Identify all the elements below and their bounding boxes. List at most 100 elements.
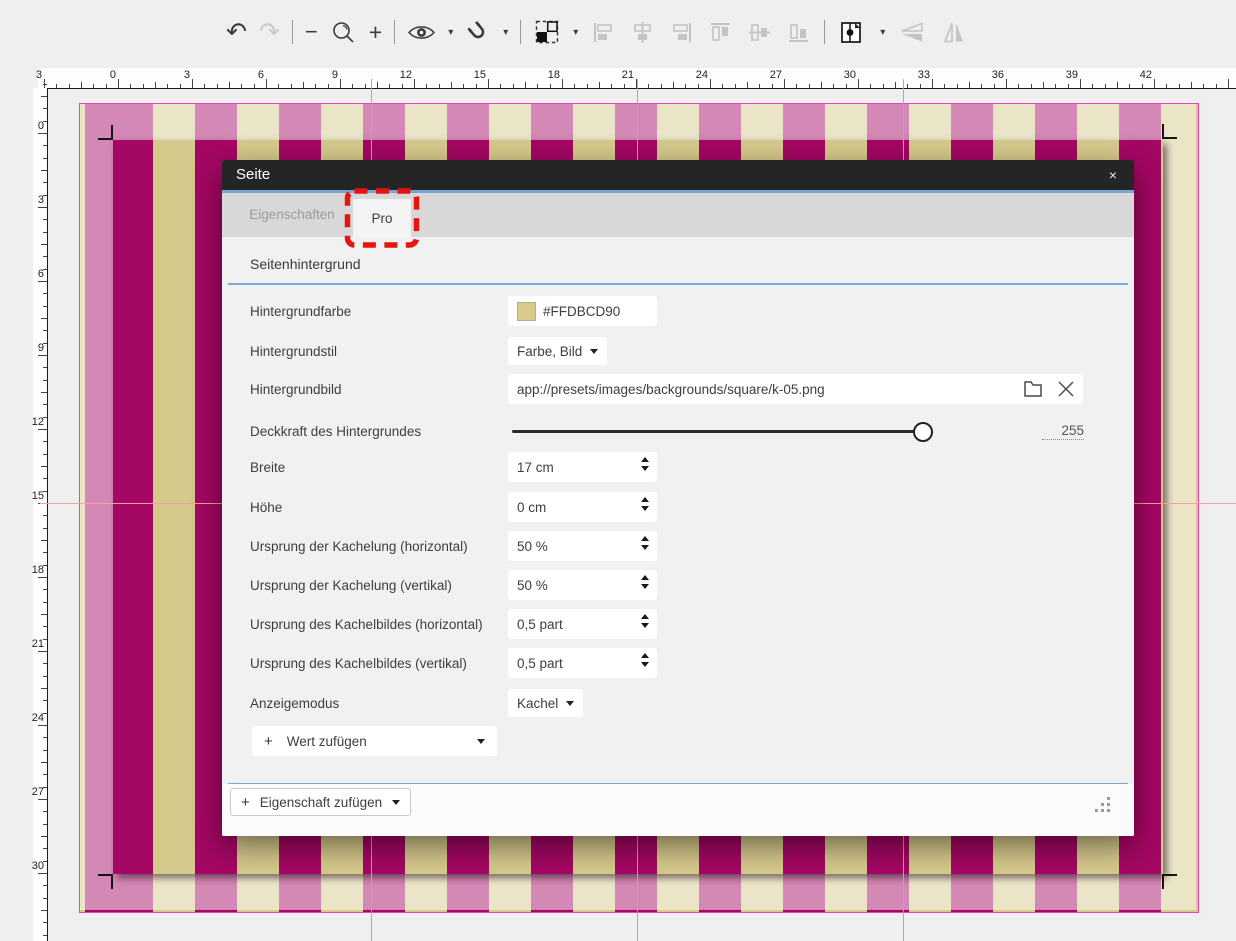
- swatch-mode-icon[interactable]: [533, 18, 561, 46]
- flip-horizontal-icon[interactable]: [940, 19, 968, 46]
- toolbar-separator: [292, 20, 293, 44]
- align-middle-icon[interactable]: [746, 19, 773, 46]
- spin-down-icon[interactable]: [641, 545, 649, 550]
- spin-up-icon[interactable]: [641, 497, 649, 502]
- row-height: Höhe 0 cm: [250, 492, 1108, 522]
- field-label: Hintergrundbild: [250, 382, 508, 397]
- spin-up-icon[interactable]: [641, 575, 649, 580]
- field-label: Breite: [250, 460, 508, 475]
- tab-eigenschaften[interactable]: Eigenschaften: [249, 193, 335, 237]
- align-top-icon[interactable]: [707, 19, 734, 46]
- tile-origin-h-spinner[interactable]: 50 %: [508, 531, 657, 561]
- page-margin-left: [80, 140, 113, 874]
- swatch-caret-icon[interactable]: ▾: [573, 27, 578, 38]
- plus-icon: +: [264, 733, 273, 750]
- center-caret-icon[interactable]: ▾: [880, 27, 885, 38]
- corner-mark-top-left: [98, 125, 113, 140]
- background-color-field[interactable]: #FFDBCD90: [508, 296, 657, 326]
- toolbar-separator: [394, 20, 395, 44]
- tab-pro[interactable]: Pro: [353, 199, 411, 237]
- clear-image-icon[interactable]: [1055, 378, 1077, 403]
- undo-icon[interactable]: ↶: [226, 20, 247, 45]
- spin-down-icon[interactable]: [641, 584, 649, 589]
- opacity-slider[interactable]: [512, 430, 924, 433]
- row-background-color: Hintergrundfarbe #FFDBCD90: [250, 296, 1108, 326]
- add-property-button[interactable]: + Eigenschaft zufügen: [230, 788, 411, 816]
- page-margin-top: [80, 104, 1196, 140]
- opacity-value[interactable]: 255: [1042, 423, 1084, 440]
- dialog-titlebar[interactable]: Seite ×: [222, 160, 1134, 190]
- toolbar-separator: [520, 20, 521, 44]
- align-center-h-icon[interactable]: [629, 19, 656, 46]
- spin-up-icon[interactable]: [641, 614, 649, 619]
- spin-down-icon[interactable]: [641, 506, 649, 511]
- field-label: Ursprung des Kachelbildes (horizontal): [250, 617, 508, 632]
- zoom-tool-icon[interactable]: [330, 19, 357, 46]
- height-spinner[interactable]: 0 cm: [508, 492, 657, 522]
- background-style-dropdown[interactable]: Farbe, Bild: [508, 337, 607, 365]
- width-spinner[interactable]: 17 cm: [508, 452, 657, 482]
- browse-folder-icon[interactable]: [1021, 377, 1045, 404]
- tileimage-origin-h-spinner[interactable]: 0,5 part: [508, 609, 657, 639]
- field-label: Höhe: [250, 500, 508, 515]
- spin-up-icon[interactable]: [641, 536, 649, 541]
- zoom-in-icon[interactable]: +: [369, 21, 382, 44]
- align-right-icon[interactable]: [668, 19, 695, 46]
- spin-up-icon[interactable]: [641, 457, 649, 462]
- corner-mark-bottom-left: [98, 874, 113, 889]
- tab-bar: Eigenschaften Pro: [222, 193, 1134, 237]
- row-display-mode: Anzeigemodus Kachel: [250, 688, 1108, 718]
- tileimage-origin-v-spinner[interactable]: 0,5 part: [508, 648, 657, 678]
- dialog-footer: + Eigenschaft zufügen: [222, 784, 1134, 836]
- row-tile-origin-v: Ursprung der Kachelung (vertikal) 50 %: [250, 570, 1108, 600]
- ruler-vertical[interactable]: 036912151821242730: [33, 88, 48, 941]
- spin-down-icon[interactable]: [641, 623, 649, 628]
- color-value: #FFDBCD90: [543, 304, 620, 319]
- add-value-button[interactable]: + Wert zufügen: [252, 726, 497, 756]
- field-label: Ursprung der Kachelung (vertikal): [250, 578, 508, 593]
- row-background-style: Hintergrundstil Farbe, Bild: [250, 336, 1108, 366]
- row-opacity: Deckkraft des Hintergrundes 255: [250, 416, 1108, 446]
- row-tile-origin-h: Ursprung der Kachelung (horizontal) 50 %: [250, 531, 1108, 561]
- center-on-page-icon[interactable]: [837, 19, 868, 46]
- background-image-field[interactable]: app://presets/images/backgrounds/square/…: [508, 374, 1083, 404]
- page-margin-bottom: [80, 874, 1196, 910]
- color-swatch[interactable]: [517, 302, 536, 321]
- chevron-down-icon: [477, 739, 485, 744]
- align-left-icon[interactable]: [590, 19, 617, 46]
- zoom-out-icon[interactable]: −: [305, 21, 318, 43]
- flip-vertical-icon[interactable]: [897, 19, 928, 46]
- seite-dialog: Seite × Eigenschaften Pro Seitenhintergr…: [222, 160, 1134, 836]
- align-bottom-icon[interactable]: [785, 19, 812, 46]
- field-label: Ursprung des Kachelbildes (vertikal): [250, 656, 508, 671]
- visibility-caret-icon[interactable]: ▾: [448, 27, 453, 38]
- main-toolbar: ↶ ↷ − + ▾ ▾ ▾: [226, 12, 968, 52]
- row-width: Breite 17 cm: [250, 452, 1108, 482]
- dialog-title: Seite: [236, 160, 270, 190]
- tile-origin-v-spinner[interactable]: 50 %: [508, 570, 657, 600]
- resize-grip[interactable]: [1093, 795, 1113, 815]
- visibility-icon[interactable]: [407, 23, 436, 42]
- redo-icon[interactable]: ↷: [259, 20, 280, 45]
- display-mode-dropdown[interactable]: Kachel: [508, 689, 583, 717]
- close-icon[interactable]: ×: [1100, 165, 1126, 185]
- snap-magnet-icon[interactable]: [465, 19, 491, 45]
- field-label: Hintergrundfarbe: [250, 304, 508, 319]
- slider-thumb[interactable]: [913, 422, 933, 442]
- chevron-down-icon: [566, 701, 574, 706]
- page-margin-right: [1163, 140, 1196, 874]
- snap-caret-icon[interactable]: ▾: [503, 27, 508, 38]
- corner-mark-top-right: [1162, 124, 1177, 139]
- field-label: Deckkraft des Hintergrundes: [250, 424, 508, 439]
- spin-down-icon[interactable]: [641, 466, 649, 471]
- field-label: Hintergrundstil: [250, 344, 508, 359]
- chevron-down-icon: [590, 349, 598, 354]
- chevron-down-icon: [392, 800, 400, 805]
- spin-up-icon[interactable]: [641, 653, 649, 658]
- application-window: ↶ ↷ − + ▾ ▾ ▾: [0, 0, 1236, 941]
- row-background-image: Hintergrundbild app://presets/images/bac…: [250, 374, 1108, 404]
- plus-icon: +: [241, 794, 250, 811]
- spin-down-icon[interactable]: [641, 662, 649, 667]
- field-label: Anzeigemodus: [250, 696, 508, 711]
- section-title: Seitenhintergrund: [250, 256, 361, 272]
